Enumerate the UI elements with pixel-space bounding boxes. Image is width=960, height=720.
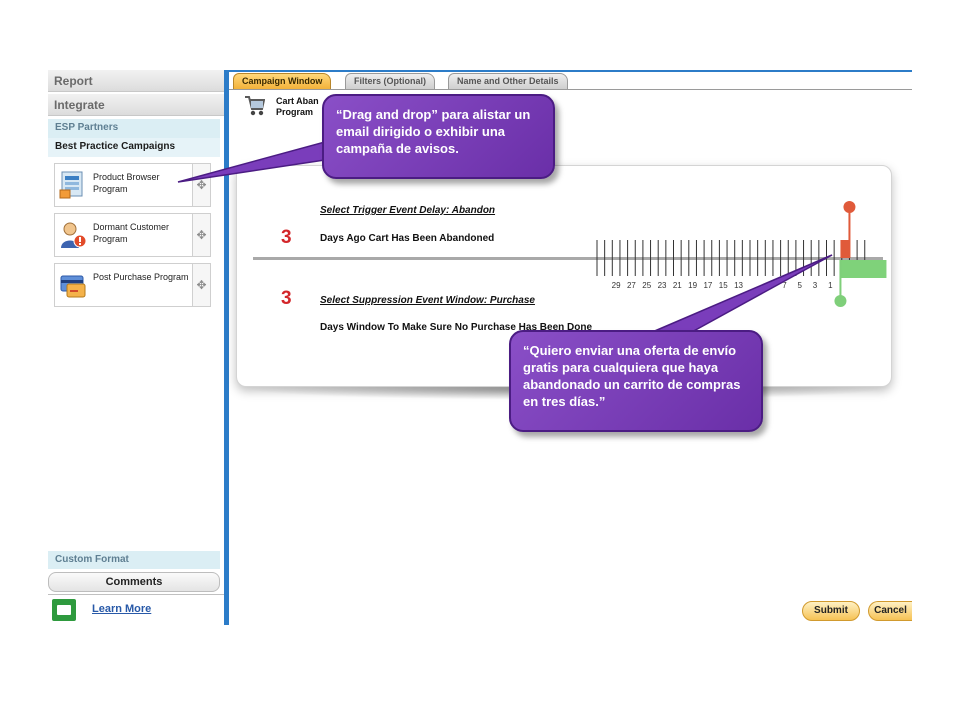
tab-filters[interactable]: Filters (Optional) (345, 73, 435, 89)
sidebar-section-report[interactable]: Report (48, 70, 224, 92)
timeline-tick-label: 3 (813, 281, 818, 290)
product-browser-icon (59, 171, 83, 199)
trigger-days-value: 3 (281, 227, 292, 248)
timeline-tick-label: 19 (688, 281, 697, 290)
timeline-ruler[interactable]: 29 27 25 23 21 19 17 15 13 7 5 3 1 (590, 195, 890, 315)
sidebar-divider (224, 70, 229, 625)
timeline-tick-label: 29 (612, 281, 621, 290)
top-border (229, 70, 912, 72)
timeline-tick-label: 15 (719, 281, 728, 290)
submit-button[interactable]: Submit (802, 601, 860, 621)
divider (48, 594, 224, 595)
suppression-window-bar (840, 260, 887, 278)
learn-more-link[interactable]: Learn More (92, 603, 151, 615)
tab-underline (229, 89, 912, 90)
suppression-select-label[interactable]: Select Suppression Event Window: Purchas… (320, 295, 535, 306)
post-purchase-icon (60, 275, 86, 298)
dormant-customer-icon (61, 222, 87, 248)
timeline-tick-label: 1 (828, 281, 833, 290)
program-dormant-customer[interactable]: Dormant Customer Program ✥ (54, 213, 211, 257)
trigger-marker-bar (840, 240, 850, 258)
timeline-tick-label: 23 (658, 281, 667, 290)
trigger-select-label[interactable]: Select Trigger Event Delay: Abandon (320, 205, 495, 216)
printer-icon[interactable] (52, 599, 76, 621)
comments-button[interactable]: Comments (48, 572, 220, 592)
app-screen: Report Integrate ESP Partners Best Pract… (0, 0, 960, 720)
timeline-tick-label: 7 (782, 281, 787, 290)
suppression-marker-handle (834, 295, 847, 307)
drag-handle-icon[interactable]: ✥ (192, 214, 210, 256)
trigger-marker-handle (843, 201, 856, 213)
sidebar-subhead-esp-partners[interactable]: ESP Partners (48, 119, 220, 138)
program-label: Post Purchase Program (93, 272, 189, 282)
program-product-browser[interactable]: Product Browser Program ✥ (54, 163, 211, 207)
program-label: Product Browser Program (93, 172, 160, 194)
trigger-description: Days Ago Cart Has Been Abandoned (320, 233, 495, 244)
cancel-button[interactable]: Cancel (868, 601, 912, 621)
timeline-tick-label: 25 (642, 281, 651, 290)
drag-handle-icon[interactable]: ✥ (192, 264, 210, 306)
sidebar-custom-format[interactable]: Custom Format (48, 551, 220, 569)
timeline-tick-label: 13 (734, 281, 743, 290)
drag-handle-icon[interactable]: ✥ (192, 164, 210, 206)
tab-name-details[interactable]: Name and Other Details (448, 73, 568, 89)
offer-callout: “Quiero enviar una oferta de envío grati… (509, 330, 763, 432)
timeline-tick-label: 5 (797, 281, 802, 290)
timeline-tick-label: 27 (627, 281, 636, 290)
tab-campaign-window[interactable]: Campaign Window (233, 73, 332, 89)
sidebar-section-integrate[interactable]: Integrate (48, 94, 224, 116)
timeline-tick-label: 21 (673, 281, 682, 290)
program-post-purchase[interactable]: Post Purchase Program ✥ (54, 263, 211, 307)
sidebar: Report Integrate ESP Partners Best Pract… (48, 70, 224, 625)
timeline-tick-label: 17 (703, 281, 712, 290)
shopping-cart-icon (245, 96, 265, 116)
program-label: Dormant Customer Program (93, 222, 170, 244)
sidebar-subhead-best-practice[interactable]: Best Practice Campaigns (48, 138, 220, 157)
suppression-days-value: 3 (281, 288, 292, 309)
drag-drop-callout: “Drag and drop” para alistar un email di… (322, 94, 555, 179)
